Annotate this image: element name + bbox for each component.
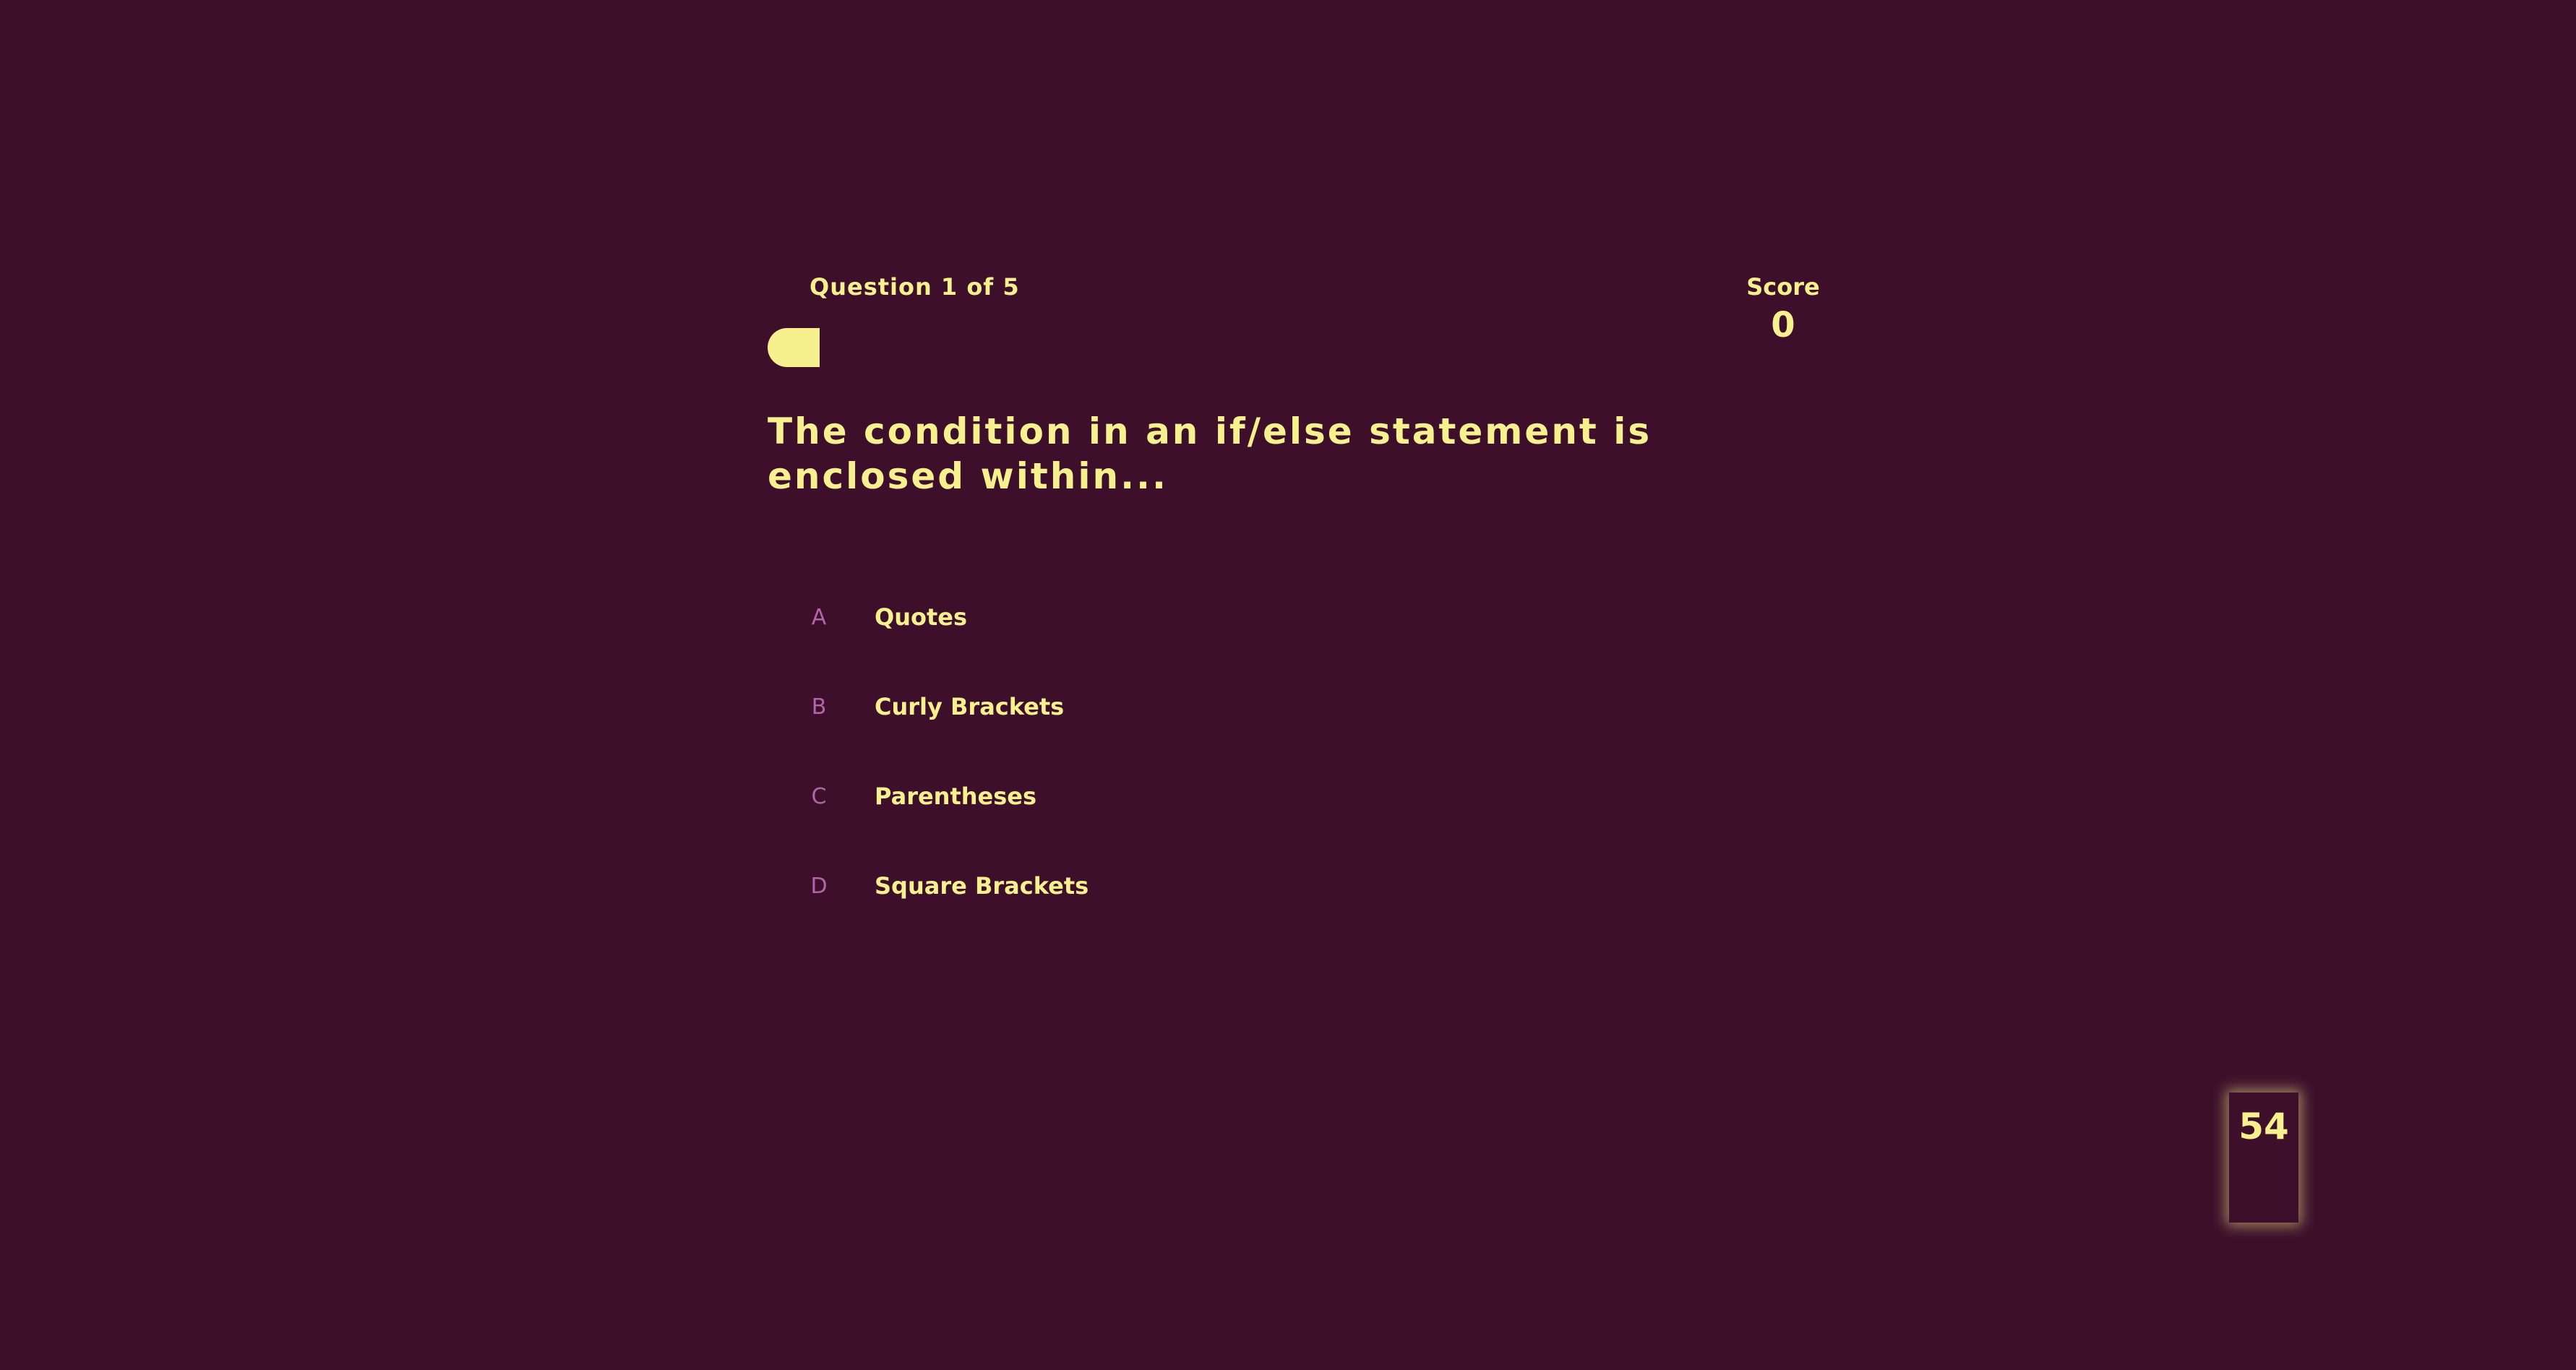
progress-bar: [768, 328, 1635, 367]
answer-letter: A: [811, 604, 827, 630]
countdown-timer: 54: [2229, 1093, 2298, 1223]
answer-letter: C: [811, 783, 827, 809]
answer-option-a[interactable]: A Quotes: [768, 572, 1418, 662]
answer-list: A Quotes B Curly Brackets C Parentheses …: [768, 572, 1418, 931]
question-counter: Question 1 of 5: [810, 273, 1020, 301]
answer-letter: D: [810, 873, 828, 899]
answer-letter: B: [811, 694, 827, 720]
answer-option-d[interactable]: D Square Brackets: [768, 841, 1418, 931]
answer-text: Curly Brackets: [875, 693, 1065, 720]
quiz-container: Question 1 of 5 Score 0 The condition in…: [768, 260, 1820, 910]
answer-text: Parentheses: [875, 783, 1037, 810]
progress-fill: [768, 328, 820, 367]
answer-option-c[interactable]: C Parentheses: [768, 751, 1418, 841]
question-text: The condition in an if/else statement is…: [768, 410, 1652, 497]
answer-option-b[interactable]: B Curly Brackets: [768, 662, 1418, 751]
score-label: Score: [1746, 273, 1820, 301]
answer-text: Quotes: [875, 603, 968, 631]
score-box: Score 0: [1743, 273, 1823, 345]
score-value: 0: [1771, 305, 1795, 345]
quiz-header: Question 1 of 5: [810, 273, 1020, 301]
answer-text: Square Brackets: [875, 872, 1089, 900]
timer-value: 54: [2238, 1106, 2289, 1147]
